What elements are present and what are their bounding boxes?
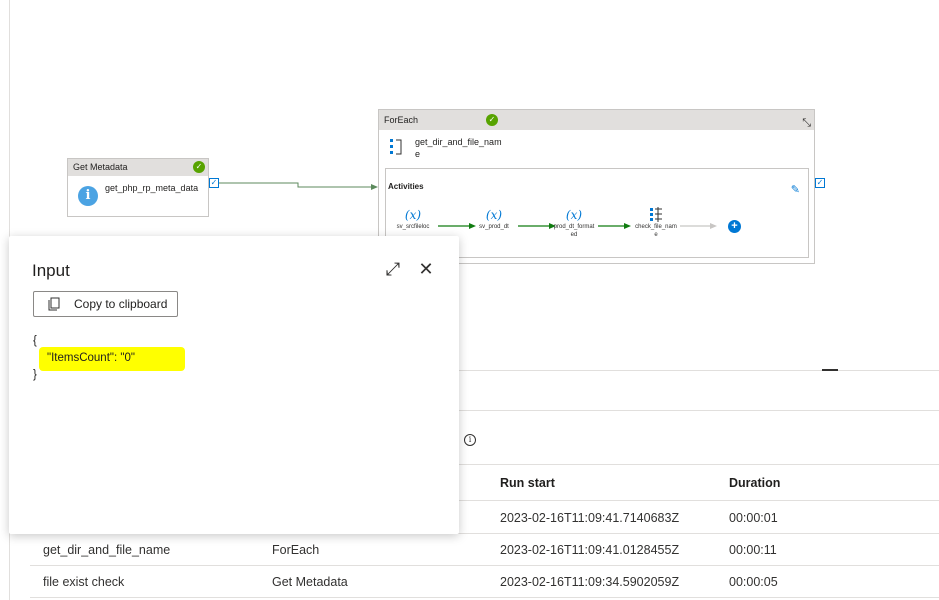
close-icon[interactable]: ✕ [415, 258, 437, 280]
row-run-start: 2023-02-16T11:09:34.5902059Z [500, 575, 680, 589]
activity-label: prod_dt_formated [553, 224, 595, 238]
activity-type-label: Get Metadata ✓ [68, 159, 208, 176]
json-items-count: "ItemsCount": "0" [47, 352, 135, 364]
foreach-type-text: ForEach [384, 115, 419, 125]
row-duration: 00:00:01 [729, 511, 778, 525]
table-row-divider [30, 597, 939, 598]
column-header-duration[interactable]: Duration [729, 476, 780, 490]
activity-set-variable-srcfileloc[interactable]: (x) sv_srcfileloc [391, 207, 435, 231]
expand-icon[interactable]: ⤢ [382, 258, 404, 280]
minimize-bar-icon[interactable] [822, 369, 838, 371]
add-activity-plus-icon[interactable]: + [728, 220, 741, 233]
foreach-icon [390, 139, 402, 155]
row-run-start: 2023-02-16T11:09:41.0128455Z [500, 543, 680, 557]
table-header-top-divider [459, 464, 939, 465]
copy-to-clipboard-button[interactable]: Copy to clipboard [33, 291, 178, 317]
row-activity-name[interactable]: get_dir_and_file_name [43, 543, 170, 557]
json-output: { "ItemsCount": "0" } [33, 333, 185, 384]
activity-label: sv_srcfileloc [396, 224, 430, 230]
copy-icon [48, 297, 60, 311]
row-activity-name[interactable]: file exist check [43, 575, 124, 589]
row-duration: 00:00:05 [729, 575, 778, 589]
pipeline-canvas: Get Metadata ✓ i get_php_rp_meta_data ✓ … [0, 0, 939, 600]
activity-name: get_php_rp_meta_data [105, 183, 199, 193]
activity-set-variable-prod-dt-formated[interactable]: (x) prod_dt_formated [552, 207, 596, 239]
metadata-table-icon [650, 207, 662, 222]
table-row-divider [30, 565, 939, 566]
foreach-name: get_dir_and_file_name [415, 137, 502, 159]
row-activity-type: Get Metadata [272, 575, 348, 589]
activity-set-variable-prod-dt[interactable]: (x) sv_prod_dt [472, 207, 516, 231]
collapse-icon[interactable]: ⤡ [802, 113, 811, 133]
foreach-header: ForEach ✓ ⤡ [379, 110, 814, 130]
activity-label: check_file_name [635, 224, 677, 238]
input-panel: Input ⤢ ✕ Copy to clipboard { "ItemsCoun… [9, 236, 459, 534]
info-circle-icon[interactable]: i [464, 434, 476, 446]
success-check-icon: ✓ [486, 114, 498, 126]
get-metadata-type-text: Get Metadata [73, 162, 128, 172]
table-divider [459, 410, 939, 411]
output-success-check-icon[interactable]: ✓ [209, 178, 219, 188]
success-check-icon: ✓ [193, 161, 205, 173]
variable-icon: (x) [485, 208, 503, 222]
row-duration: 00:00:11 [729, 543, 777, 557]
activity-label: sv_prod_dt [479, 224, 509, 230]
panel-title: Input [32, 261, 70, 280]
row-activity-type: ForEach [272, 543, 320, 557]
copy-button-label: Copy to clipboard [74, 297, 168, 311]
row-run-start: 2023-02-16T11:09:41.7140683Z [500, 511, 680, 525]
info-icon: i [78, 186, 98, 206]
output-success-check-icon[interactable]: ✓ [815, 178, 825, 188]
activity-get-metadata[interactable]: Get Metadata ✓ i get_php_rp_meta_data [67, 158, 209, 217]
variable-icon: (x) [565, 208, 583, 222]
table-top-divider [459, 370, 939, 371]
column-header-run-start[interactable]: Run start [500, 476, 555, 490]
activity-check-file-name[interactable]: check_file_name [634, 207, 678, 239]
variable-icon: (x) [404, 208, 422, 222]
